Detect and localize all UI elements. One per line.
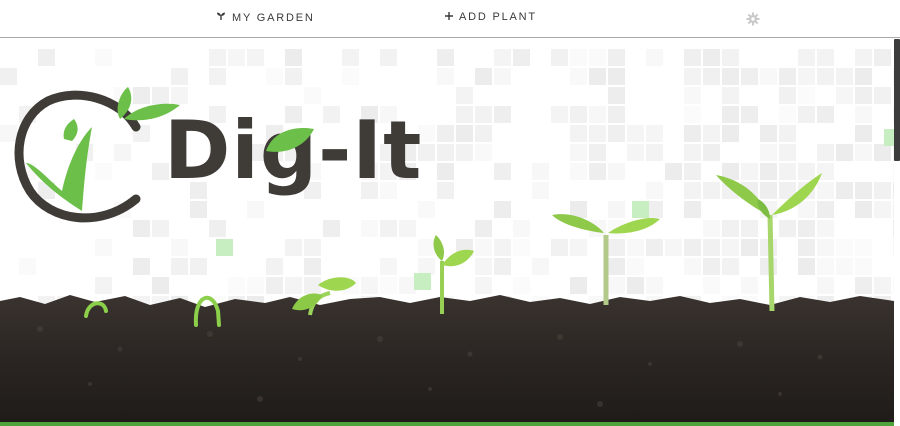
seedling-2: [193, 295, 221, 327]
scrollbar-thumb[interactable]: [894, 39, 900, 161]
plus-icon: [445, 11, 453, 23]
seedling-3: [292, 277, 356, 316]
nav-add-plant[interactable]: ADD PLANT: [445, 11, 537, 23]
nav-my-garden-label: MY GARDEN: [232, 11, 315, 24]
hero-banner: Dig-It: [0, 39, 894, 426]
nav-my-garden[interactable]: MY GARDEN: [216, 11, 315, 24]
seedling-5: [552, 214, 660, 305]
gear-icon[interactable]: [746, 12, 760, 26]
top-navigation: MY GARDEN ADD PLANT: [0, 0, 900, 38]
nav-add-plant-label: ADD PLANT: [459, 11, 537, 23]
seedling-6: [716, 173, 822, 312]
seedling-1: [84, 301, 108, 318]
scrollbar[interactable]: [894, 39, 900, 426]
seedling-4: [433, 235, 474, 314]
sprout-icon: [216, 11, 226, 24]
logo-leaf-accent: [266, 127, 314, 152]
